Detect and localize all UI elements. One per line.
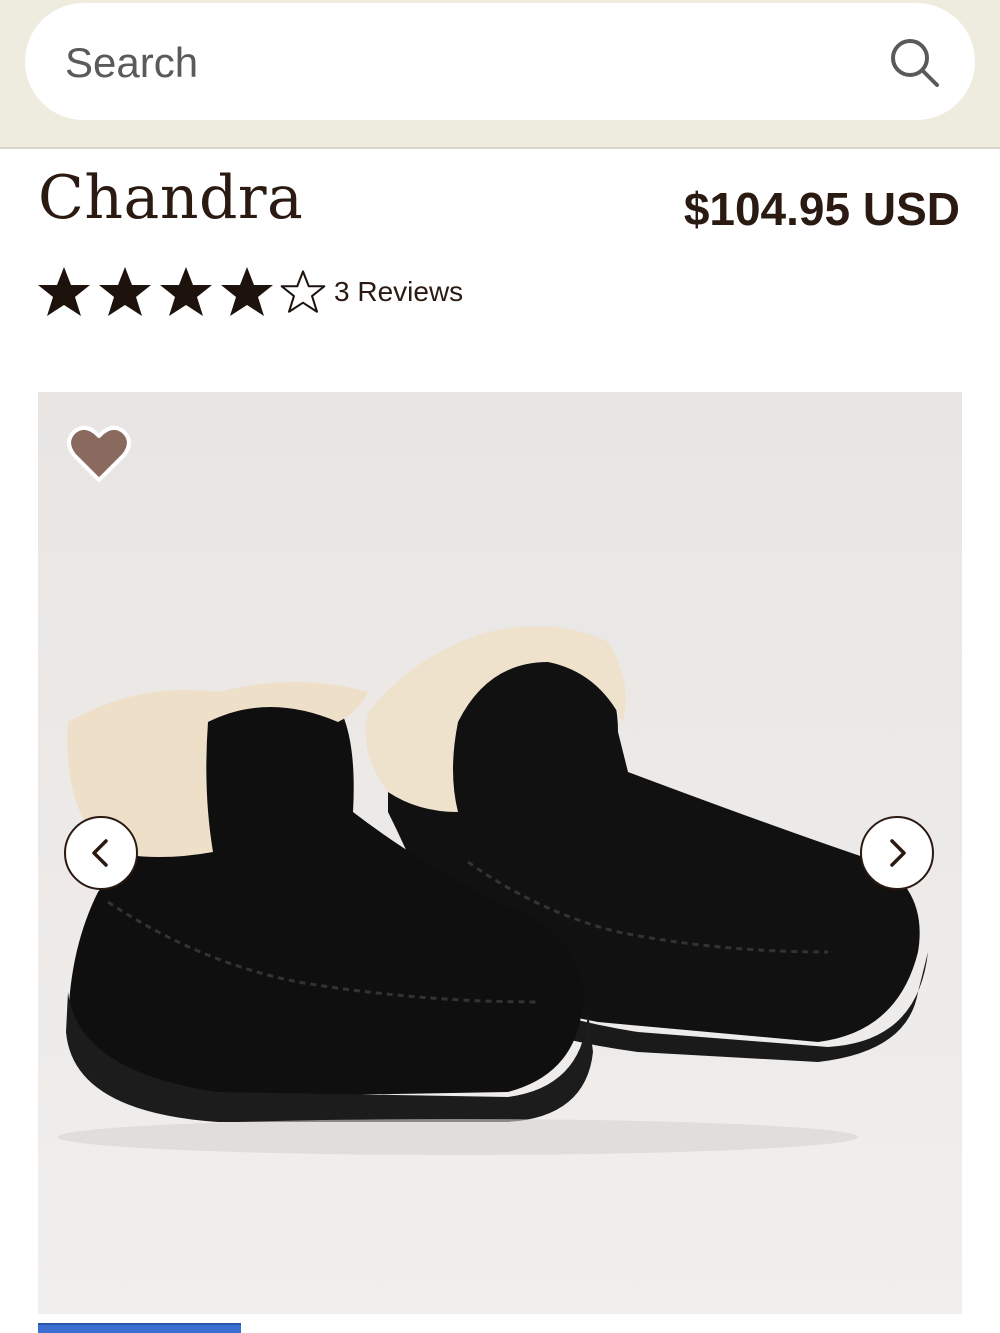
- star-filled-icon: [221, 267, 273, 316]
- search-icon[interactable]: [885, 33, 945, 93]
- product-gallery[interactable]: [38, 392, 962, 1314]
- search-bar[interactable]: [25, 3, 975, 120]
- product-price: $104.95 USD: [683, 183, 960, 235]
- heart-icon[interactable]: [66, 422, 132, 484]
- star-filled-icon: [160, 267, 212, 316]
- top-bar: [0, 0, 1000, 149]
- star-outline-icon: [280, 270, 326, 313]
- star-filled-icon: [99, 267, 151, 316]
- reviews-link[interactable]: 3 Reviews: [334, 276, 463, 308]
- search-input[interactable]: [63, 28, 847, 98]
- star-filled-icon: [38, 267, 90, 316]
- rating[interactable]: 3 Reviews: [36, 264, 463, 320]
- next-image-button[interactable]: [860, 816, 934, 890]
- chevron-right-icon: [890, 839, 906, 867]
- prev-image-button[interactable]: [64, 816, 138, 890]
- product-title: Chandra: [38, 163, 304, 233]
- product-image: [38, 392, 962, 1314]
- chevron-left-icon: [92, 839, 108, 867]
- thumbnail-active-indicator[interactable]: [38, 1323, 241, 1333]
